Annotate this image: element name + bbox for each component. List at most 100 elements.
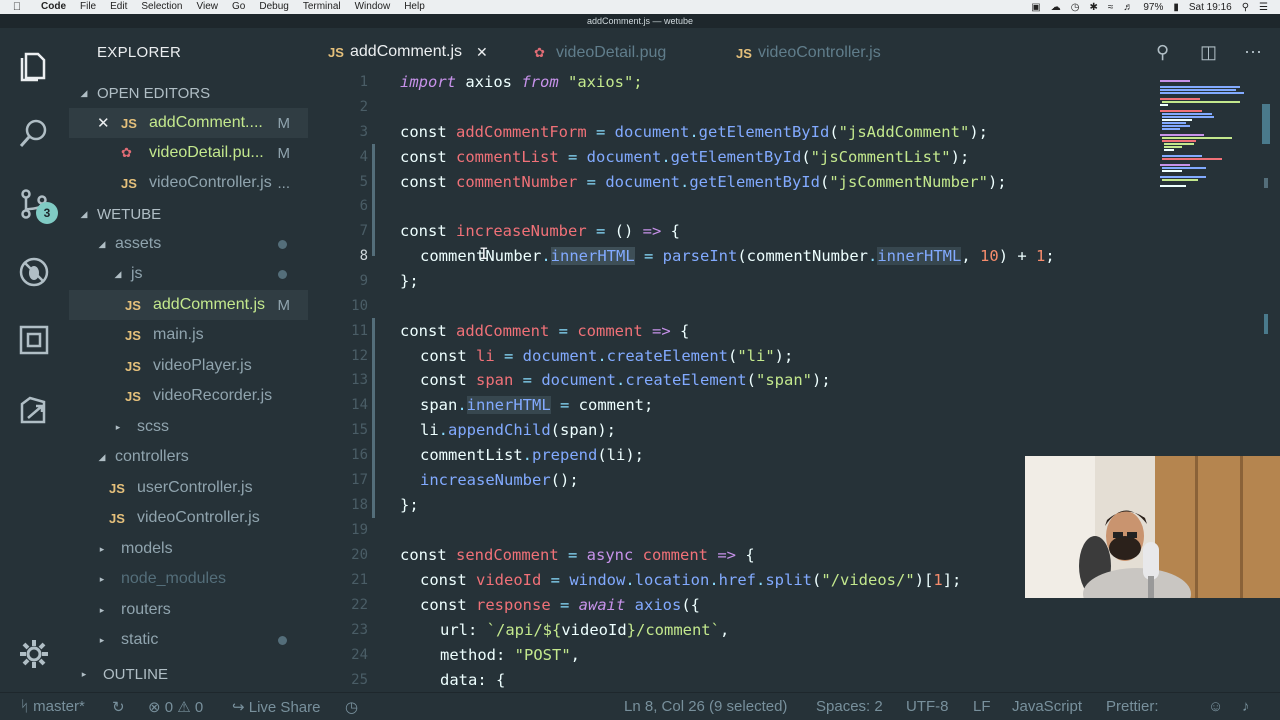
code-line: import axios from "axios"; [400, 73, 643, 91]
notifications-bell-icon[interactable]: ♪ [1242, 698, 1250, 715]
cloud-icon[interactable]: ☁ [1051, 2, 1061, 13]
indentation[interactable]: Spaces: 2 [816, 698, 883, 715]
open-editors-section[interactable]: ◢ OPEN EDITORS [69, 78, 308, 108]
js-file-icon: JS [109, 510, 125, 526]
minimap-line [1162, 140, 1196, 142]
minimap-line [1162, 125, 1190, 127]
explorer-icon[interactable] [12, 44, 56, 88]
line-number: 12 [351, 348, 368, 364]
menu-help[interactable]: Help [397, 0, 432, 14]
tab-addcomment[interactable]: JS addComment.js ✕ [328, 28, 488, 78]
folder-assets[interactable]: ◢ assets [69, 229, 308, 259]
file-videoplayer[interactable]: JS videoPlayer.js [69, 351, 308, 381]
chevron-right-icon: ▸ [99, 634, 105, 645]
language-mode[interactable]: JavaScript [1012, 698, 1082, 715]
minimap-line [1160, 86, 1240, 88]
file-usercontroller[interactable]: JS userController.js [69, 473, 308, 503]
menu-app-name[interactable]: Code [34, 0, 73, 14]
menu-selection[interactable]: Selection [134, 0, 189, 14]
chevron-right-icon: ▸ [115, 421, 121, 432]
live-share-icon[interactable] [12, 388, 56, 432]
menu-file[interactable]: File [73, 0, 103, 14]
close-icon[interactable]: ✕ [97, 114, 121, 132]
menu-clock[interactable]: Sat 19:16 [1189, 2, 1232, 13]
open-changes-icon[interactable]: ⚲ [1156, 42, 1169, 63]
minimap-line [1160, 80, 1190, 82]
search-icon[interactable] [12, 112, 56, 156]
menu-go[interactable]: Go [225, 0, 252, 14]
scrollbar-track[interactable] [1262, 78, 1270, 338]
folder-scss[interactable]: ▸ scss [69, 412, 308, 442]
line-number: 17 [351, 472, 368, 488]
more-actions-icon[interactable]: ⋯ [1244, 42, 1262, 63]
js-file-icon: JS [109, 480, 125, 496]
folder-node-modules[interactable]: ▸ node_modules [69, 564, 308, 594]
folder-static[interactable]: ▸ static [69, 625, 308, 655]
menu-edit[interactable]: Edit [103, 0, 134, 14]
line-number: 19 [351, 522, 368, 538]
live-share-button[interactable]: ↪ Live Share [232, 698, 320, 716]
code-editor[interactable]: 1 3 2 4 5 6 7 8 9 10 11 12 13 14 15 16 1… [308, 72, 1280, 692]
wifi-icon[interactable]: ≈ [1108, 2, 1114, 13]
feedback-smiley-icon[interactable]: ☺ [1208, 698, 1223, 715]
minimap-line [1164, 149, 1174, 151]
volume-icon[interactable]: ♬ [1123, 2, 1133, 13]
open-editor-item[interactable]: ✕ JS addComment.... M [69, 108, 308, 138]
file-addcomment[interactable]: JS addComment.js M [69, 290, 308, 320]
encoding[interactable]: UTF-8 [906, 698, 949, 715]
folder-js[interactable]: ◢ js [69, 259, 308, 289]
git-branch[interactable]: ᛋ master* [20, 698, 85, 715]
menu-view[interactable]: View [190, 0, 226, 14]
chevron-right-icon: ▸ [99, 573, 105, 584]
debug-icon[interactable] [12, 250, 56, 294]
line-number: 16 [351, 447, 368, 463]
outline-section[interactable]: ▸ OUTLINE [69, 659, 308, 689]
minimap-line [1162, 116, 1214, 118]
folder-routers[interactable]: ▸ routers [69, 595, 308, 625]
bluetooth-icon[interactable]: ✱ [1089, 2, 1097, 13]
notification-center-icon[interactable]: ☰ [1259, 2, 1268, 13]
extensions-icon[interactable] [12, 318, 56, 362]
project-section-wetube[interactable]: ◢ WETUBE [69, 199, 308, 229]
js-file-icon: JS [328, 44, 344, 60]
code-line: const commentList = document.getElementB… [400, 148, 970, 166]
close-icon[interactable]: ✕ [476, 44, 488, 61]
code-line: const sendComment = async comment => { [400, 546, 755, 564]
modified-dot [278, 239, 287, 249]
menu-debug[interactable]: Debug [252, 0, 295, 14]
code-line: url: `/api/${videoId}/comment`, [440, 621, 730, 639]
file-main[interactable]: JS main.js [69, 320, 308, 350]
folder-controllers[interactable]: ◢ controllers [69, 442, 308, 472]
settings-gear-icon[interactable] [12, 632, 56, 676]
minimap[interactable] [1158, 78, 1258, 208]
apple-icon[interactable]:  [0, 1, 34, 13]
cursor-position[interactable]: Ln 8, Col 26 (9 selected) [624, 698, 787, 715]
open-editor-item[interactable]: JS videoController.js ... [69, 168, 308, 198]
prettier-status[interactable]: Prettier: [1106, 698, 1159, 715]
battery-icon[interactable]: ▮ [1173, 2, 1179, 13]
status-bar: ᛋ master* ↻ ⊗ 0 ⚠ 0 ↪ Live Share ◷ Ln 8,… [0, 692, 1280, 720]
tab-videodetail[interactable]: ✿ videoDetail.pug [534, 28, 666, 78]
line-number: 9 [359, 273, 368, 289]
split-editor-icon[interactable]: ◫ [1200, 42, 1217, 63]
open-editor-item[interactable]: ✿ videoDetail.pu... M [69, 138, 308, 168]
clock-icon[interactable]: ◷ [1071, 2, 1080, 13]
history-icon[interactable]: ◷ [345, 698, 358, 716]
folder-models[interactable]: ▸ models [69, 534, 308, 564]
chevron-right-icon: ▸ [81, 668, 87, 679]
camera-icon[interactable]: ▣ [1031, 2, 1040, 13]
text-cursor-icon: I [479, 244, 489, 263]
file-videorecorder[interactable]: JS videoRecorder.js [69, 381, 308, 411]
minimap-line [1162, 113, 1212, 115]
warning-icon: ⚠ [177, 699, 195, 716]
menu-window[interactable]: Window [348, 0, 398, 14]
menu-terminal[interactable]: Terminal [296, 0, 348, 14]
line-number: 11 [351, 323, 368, 339]
scrollbar-thumb[interactable] [1262, 104, 1270, 144]
sync-icon[interactable]: ↻ [112, 698, 125, 716]
problems-indicator[interactable]: ⊗ 0 ⚠ 0 [148, 698, 203, 716]
file-videocontroller[interactable]: JS videoController.js [69, 503, 308, 533]
tab-videocontroller[interactable]: JS videoController.js [736, 28, 881, 78]
end-of-line[interactable]: LF [973, 698, 991, 715]
spotlight-search-icon[interactable]: ⚲ [1242, 2, 1249, 13]
